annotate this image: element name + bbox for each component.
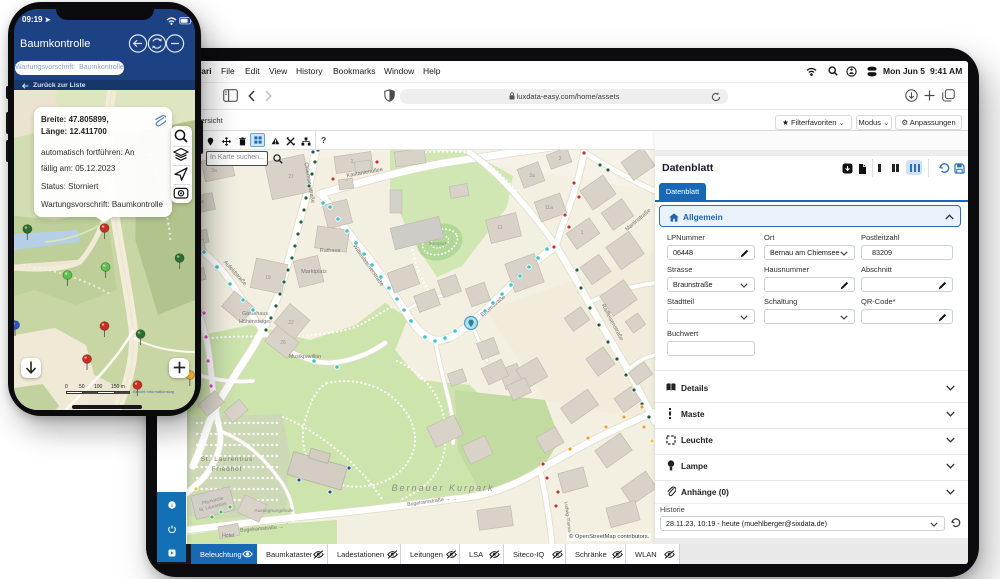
svg-text:3: 3 — [559, 156, 562, 162]
svg-text:Marktplatz: Marktplatz — [301, 269, 327, 275]
svg-text:Hotel: Hotel — [222, 533, 234, 539]
svg-text:11a: 11a — [545, 205, 553, 211]
svg-text:→: → — [452, 496, 458, 503]
svg-text:St. Laurentius: St. Laurentius — [201, 456, 253, 463]
svg-text:1: 1 — [581, 230, 584, 236]
svg-text:→: → — [284, 520, 290, 526]
svg-text:1: 1 — [351, 159, 354, 165]
svg-text:22: 22 — [288, 320, 294, 326]
svg-text:3a: 3a — [529, 173, 535, 179]
svg-text:19: 19 — [265, 275, 271, 281]
svg-text:26: 26 — [280, 340, 286, 346]
svg-text:Friedhof: Friedhof — [212, 466, 243, 473]
svg-text:Rathaus: Rathaus — [320, 248, 341, 254]
svg-text:Höhensteiger: Höhensteiger — [239, 319, 271, 325]
svg-text:Bikepark: Bikepark — [429, 241, 448, 246]
svg-text:Bernauer Kurpark: Bernauer Kurpark — [391, 483, 494, 493]
svg-text:27: 27 — [288, 174, 294, 180]
svg-text:→: → — [344, 177, 350, 184]
svg-text:3a: 3a — [211, 168, 217, 174]
svg-text:11: 11 — [497, 225, 502, 231]
svg-text:Gästehaus: Gästehaus — [242, 311, 268, 317]
svg-text:Musikpavillon: Musikpavillon — [289, 354, 321, 360]
svg-text:Aussegnungshalle: Aussegnungshalle — [254, 508, 294, 514]
